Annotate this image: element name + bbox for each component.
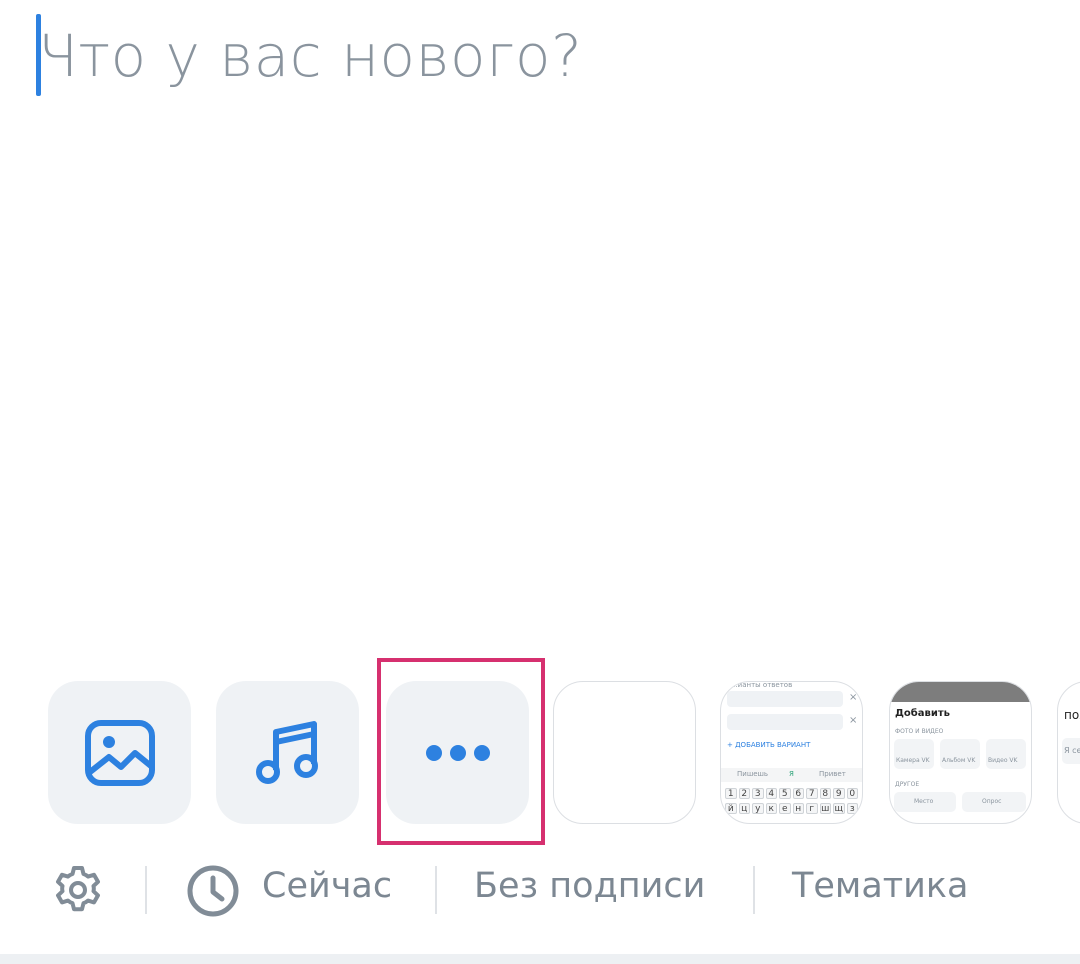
key: й	[725, 803, 737, 814]
key: ц	[738, 803, 750, 814]
key: 9	[833, 788, 845, 799]
add-menu-item-label: Опрос	[982, 798, 1002, 805]
add-menu-item-label: Камера VK	[896, 757, 930, 764]
keyboard-row-digits: 1 2 3 4 5 6 7 8 9 0	[725, 788, 858, 799]
thumbnail-dim-overlay	[890, 682, 1031, 702]
key: г	[806, 803, 818, 814]
key: к	[765, 803, 777, 814]
key: 1	[725, 788, 737, 799]
key: 5	[779, 788, 791, 799]
post-text-placeholder[interactable]: Что у вас нового?	[38, 22, 582, 90]
suggestion-2: Я	[789, 770, 794, 778]
key: з	[846, 803, 858, 814]
add-menu-item-label: Альбом VK	[942, 757, 976, 764]
keyboard-row-letters: й ц у к е н г ш щ з	[725, 803, 858, 814]
settings-button[interactable]	[52, 864, 104, 921]
close-icon: ×	[849, 715, 858, 726]
partial-thumbnail-text: Я сен	[1064, 746, 1080, 755]
recent-thumbnail-add-menu[interactable]: Добавить ФОТО И ВИДЕО Камера VK Альбом V…	[889, 681, 1032, 824]
partial-thumbnail-title: пож	[1064, 708, 1080, 722]
attach-music-button[interactable]	[216, 681, 359, 824]
key: н	[792, 803, 804, 814]
add-menu-item: Камера VK	[894, 739, 934, 769]
music-icon	[255, 720, 318, 784]
key: у	[752, 803, 764, 814]
add-menu-item: Видео VK	[986, 739, 1026, 769]
key: 4	[765, 788, 777, 799]
partial-thumbnail-card: Я сен	[1062, 738, 1080, 764]
suggestion-1: Пишешь	[737, 770, 769, 778]
add-menu-title: Добавить	[895, 708, 950, 719]
add-menu-item: Место	[894, 792, 956, 812]
key: 7	[806, 788, 818, 799]
signature-option[interactable]: Без подписи	[474, 866, 705, 906]
poll-header-text: ...ианты ответов	[731, 681, 793, 689]
photo-icon	[84, 719, 155, 786]
poll-option-field	[727, 714, 843, 730]
add-menu-item-label: Видео VK	[988, 757, 1018, 764]
gear-icon	[56, 866, 100, 912]
close-icon: ×	[849, 692, 858, 703]
add-menu-section-other: ДРУГОЕ	[895, 781, 920, 788]
key: 2	[738, 788, 750, 799]
key: ш	[819, 803, 831, 814]
attach-photo-button[interactable]	[48, 681, 191, 824]
recent-thumbnail-poll[interactable]: ...ианты ответов × × + ДОБАВИТЬ ВАРИАНТ …	[720, 681, 863, 824]
add-menu-item: Альбом VK	[940, 739, 980, 769]
key: 3	[752, 788, 764, 799]
more-button-highlight	[377, 658, 545, 845]
key: 6	[792, 788, 804, 799]
key: 0	[846, 788, 858, 799]
post-composer[interactable]: Что у вас нового?	[0, 0, 1080, 640]
key: 8	[819, 788, 831, 799]
divider	[145, 866, 147, 914]
poll-add-option: + ДОБАВИТЬ ВАРИАНТ	[727, 741, 811, 749]
add-menu-item: Опрос	[962, 792, 1026, 812]
recent-thumbnail-blank[interactable]	[553, 681, 696, 824]
poll-option-field	[727, 691, 843, 707]
publish-time-label[interactable]: Сейчас	[262, 866, 392, 906]
suggestion-3: Привет	[819, 770, 846, 778]
keyboard-suggestions: Пишешь Я Привет	[721, 768, 862, 782]
clock-icon	[187, 865, 239, 917]
key: щ	[833, 803, 845, 814]
topic-option[interactable]: Тематика	[792, 866, 969, 906]
divider	[753, 866, 755, 914]
key: е	[779, 803, 791, 814]
divider	[435, 866, 437, 914]
bottom-separator-strip	[0, 954, 1080, 964]
add-menu-item-label: Место	[914, 798, 934, 805]
recent-thumbnail-partial[interactable]: пож Я сен	[1057, 681, 1080, 824]
add-menu-section-media: ФОТО И ВИДЕО	[895, 728, 944, 735]
